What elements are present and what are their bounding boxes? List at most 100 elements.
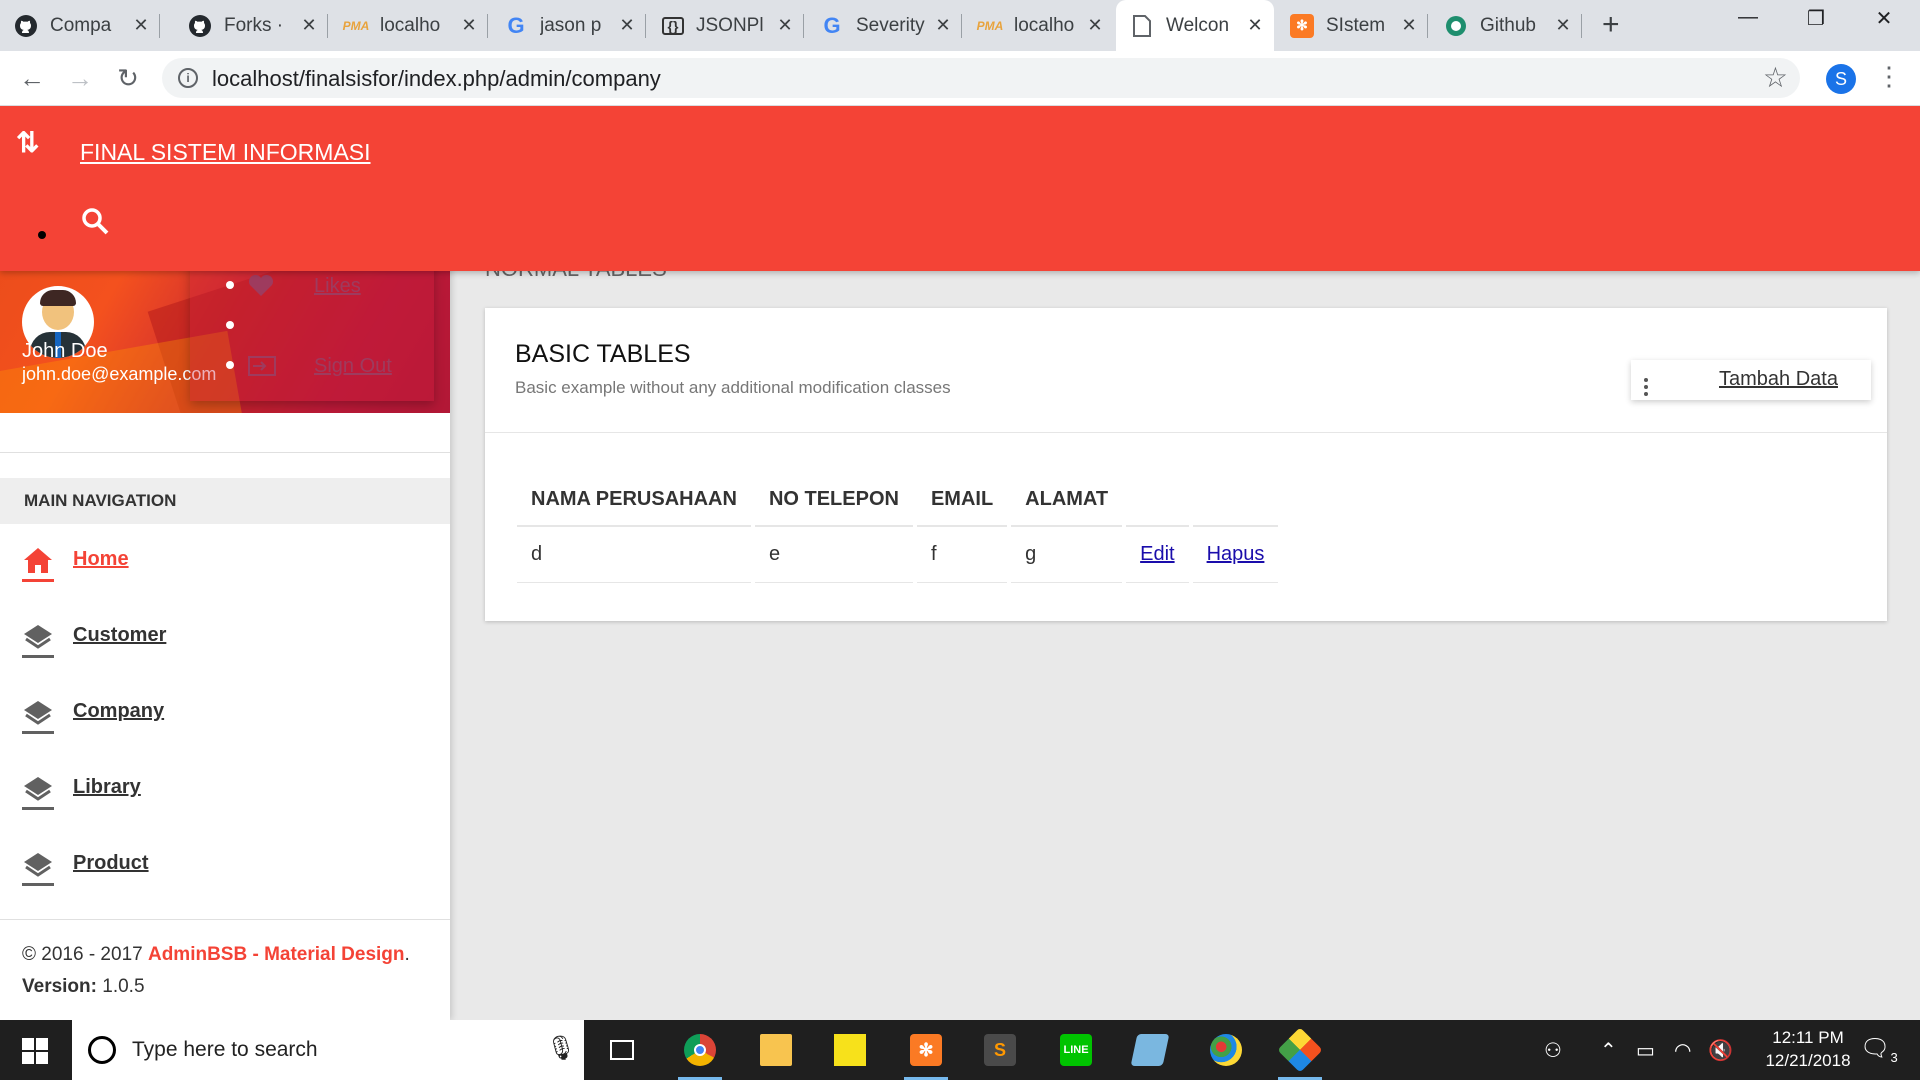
- restore-button[interactable]: ❐: [1786, 6, 1846, 31]
- close-icon[interactable]: ✕: [298, 15, 320, 36]
- people-icon[interactable]: ⚇: [1544, 1038, 1562, 1063]
- edit-link[interactable]: Edit: [1140, 543, 1174, 565]
- more-vert-icon[interactable]: [1644, 378, 1648, 399]
- phpmyadmin-icon: PMA: [976, 18, 1004, 33]
- add-data-link[interactable]: Tambah Data: [1719, 368, 1838, 391]
- wifi-icon[interactable]: ◠: [1674, 1038, 1691, 1063]
- sidebar-divider: [0, 452, 450, 453]
- card-divider: [485, 432, 1887, 433]
- tab-title: Github: [1480, 14, 1536, 36]
- tab-title: JSONPl: [696, 14, 764, 36]
- paint-icon[interactable]: [1198, 1026, 1254, 1074]
- browser-tab[interactable]: G Severity ✕: [806, 0, 962, 51]
- delete-link[interactable]: Hapus: [1207, 543, 1265, 565]
- browser-tab[interactable]: Forks · ✕: [174, 0, 328, 51]
- browser-tab-active[interactable]: Welcon ✕: [1116, 0, 1274, 51]
- close-icon[interactable]: ✕: [1398, 15, 1420, 36]
- chevron-up-icon[interactable]: ⌃: [1600, 1038, 1617, 1063]
- sublime-text-icon[interactable]: S: [972, 1026, 1028, 1074]
- brand-link[interactable]: AdminBSB - Material Design: [148, 944, 405, 965]
- notepad-icon[interactable]: [1122, 1026, 1178, 1074]
- search-icon[interactable]: [80, 206, 110, 241]
- tab-title: SIstem: [1326, 14, 1386, 36]
- file-explorer-icon[interactable]: [748, 1026, 804, 1074]
- cell-edit: Edit: [1126, 526, 1189, 583]
- profile-avatar[interactable]: S: [1826, 64, 1856, 94]
- sidebar-item-home[interactable]: Home: [0, 536, 450, 598]
- minimize-button[interactable]: —: [1718, 6, 1778, 29]
- jsonplaceholder-icon: {}: [662, 16, 684, 35]
- xampp-icon[interactable]: ✻: [898, 1026, 954, 1080]
- sidebar-item-library[interactable]: Library: [0, 764, 450, 826]
- cell-alamat: g: [1011, 526, 1123, 583]
- close-icon[interactable]: ✕: [1244, 15, 1266, 36]
- clock-time: 12:11 PM: [1772, 1028, 1844, 1047]
- close-icon[interactable]: ✕: [774, 15, 796, 36]
- reload-button[interactable]: ↻: [110, 61, 146, 97]
- bookmark-star-icon[interactable]: ☆: [1763, 61, 1788, 94]
- xampp-icon: ✻: [1290, 13, 1314, 38]
- browser-tab[interactable]: Compa ✕: [0, 0, 160, 51]
- info-icon[interactable]: i: [178, 68, 198, 88]
- chrome-icon[interactable]: [672, 1026, 728, 1080]
- battery-icon[interactable]: ▭: [1636, 1038, 1655, 1063]
- close-icon[interactable]: ✕: [616, 15, 638, 36]
- taskbar-clock[interactable]: 12:11 PM 12/21/2018: [1748, 1026, 1868, 1072]
- sidebar-item-label: Product: [73, 852, 149, 874]
- user-email: john.doe@example.com: [22, 364, 217, 384]
- windows-taskbar: Type here to search 🎙 ✻ S LINE ⚇ ⌃ ▭ ◠ 🔇…: [0, 1020, 1920, 1080]
- cortana-icon: [88, 1036, 116, 1064]
- forward-button[interactable]: →: [62, 61, 98, 97]
- tab-title: Welcon: [1166, 14, 1230, 36]
- cell-nama: d: [517, 526, 751, 583]
- swap-vert-icon[interactable]: ⇅: [16, 126, 39, 159]
- browser-tab[interactable]: ✻ SIstem ✕: [1276, 0, 1428, 51]
- app-brand-link[interactable]: FINAL SISTEM INFORMASI: [80, 139, 371, 166]
- close-icon[interactable]: ✕: [1084, 15, 1106, 36]
- layers-icon: [22, 850, 54, 886]
- url-text[interactable]: localhost/finalsisfor/index.php/admin/co…: [212, 66, 661, 92]
- version-label: Version:: [22, 976, 103, 997]
- line-icon[interactable]: LINE: [1048, 1026, 1104, 1074]
- git-icon[interactable]: [1272, 1026, 1328, 1080]
- copyright-prefix: © 2016 - 2017: [22, 944, 148, 965]
- page-icon: [1130, 14, 1154, 38]
- sign-out-link[interactable]: Sign Out: [314, 355, 392, 378]
- sidebar-item-product[interactable]: Product: [0, 840, 450, 902]
- browser-tab[interactable]: PMA localho ✕: [330, 0, 488, 51]
- windows-start-icon[interactable]: [22, 1038, 48, 1064]
- new-tab-button[interactable]: +: [1602, 8, 1620, 42]
- taskbar-search-box[interactable]: Type here to search 🎙: [72, 1020, 584, 1080]
- microphone-icon[interactable]: 🎙: [546, 1034, 576, 1063]
- clock-date: 12/21/2018: [1765, 1051, 1851, 1070]
- browser-tab[interactable]: Github ✕: [1430, 0, 1582, 51]
- column-header: EMAIL: [916, 474, 1008, 527]
- tab-title: jason p: [540, 14, 602, 36]
- close-window-button[interactable]: ✕: [1854, 6, 1914, 31]
- heart-icon: [248, 274, 274, 297]
- back-button[interactable]: ←: [14, 61, 50, 97]
- browser-tab[interactable]: {} JSONPl ✕: [648, 0, 804, 51]
- sidebar-item-company[interactable]: Company: [0, 688, 450, 750]
- close-icon[interactable]: ✕: [130, 15, 152, 36]
- browser-toolbar: ← → ↻ i localhost/finalsisfor/index.php/…: [0, 51, 1920, 106]
- sticky-notes-icon[interactable]: [822, 1026, 878, 1074]
- likes-link[interactable]: Likes: [314, 275, 361, 298]
- address-bar[interactable]: i localhost/finalsisfor/index.php/admin/…: [162, 58, 1800, 98]
- browser-menu-icon[interactable]: ⋮: [1876, 61, 1902, 92]
- close-icon[interactable]: ✕: [1552, 15, 1574, 36]
- browser-tab[interactable]: G jason p ✕: [490, 0, 646, 51]
- browser-tab[interactable]: PMA localho ✕: [964, 0, 1114, 51]
- notification-center-icon[interactable]: 🗨3: [1860, 1034, 1898, 1065]
- card-dropdown-menu: Tambah Data: [1631, 360, 1871, 400]
- close-icon[interactable]: ✕: [932, 15, 954, 36]
- close-icon[interactable]: ✕: [458, 15, 480, 36]
- volume-muted-icon[interactable]: 🔇: [1708, 1038, 1733, 1063]
- main-navigation-label: MAIN NAVIGATION: [24, 491, 177, 510]
- globe-icon: [1444, 14, 1468, 38]
- browser-tab-strip: Compa ✕ Forks · ✕ PMA localho ✕ G jason …: [0, 0, 1920, 51]
- tab-title: localho: [380, 14, 441, 36]
- task-view-icon[interactable]: [594, 1026, 650, 1074]
- sidebar-item-label: Home: [73, 548, 129, 570]
- sidebar-item-customer[interactable]: Customer: [0, 612, 450, 674]
